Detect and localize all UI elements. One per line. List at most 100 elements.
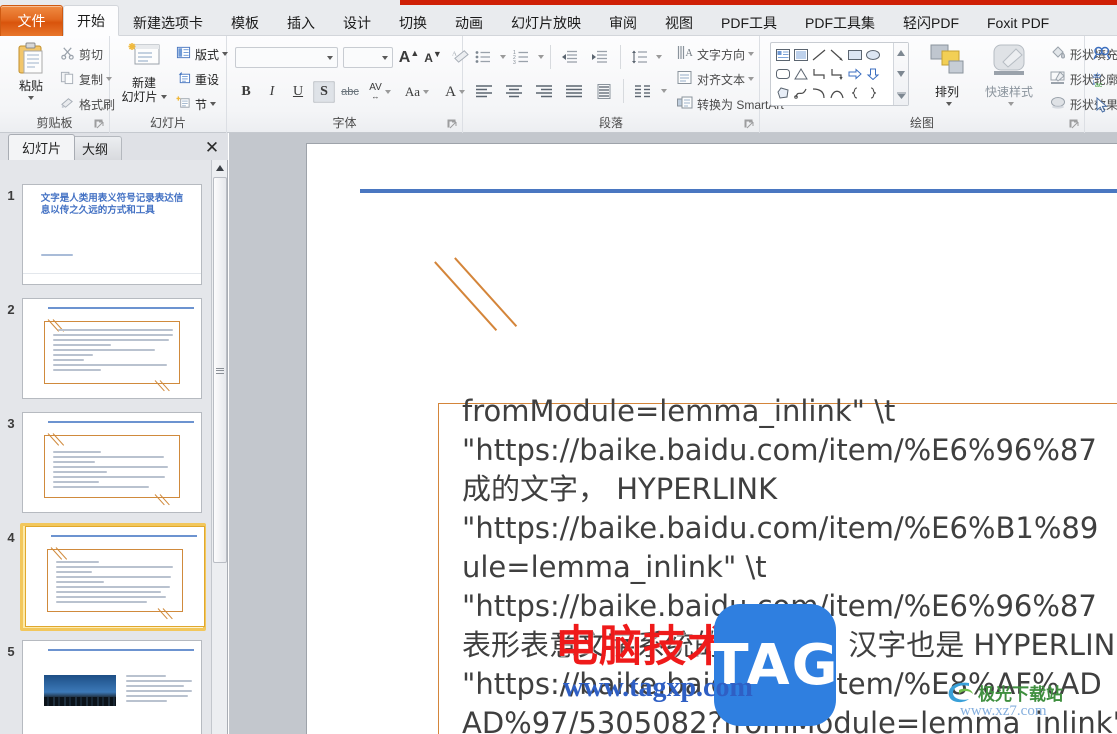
- cut-button[interactable]: 剪切: [58, 44, 105, 64]
- shape-scribble[interactable]: [792, 83, 810, 102]
- section-button[interactable]: 节: [174, 94, 218, 114]
- new-slide-button[interactable]: 新建 幻灯片: [116, 41, 172, 104]
- tab-qingshan-pdf[interactable]: 轻闪PDF: [889, 9, 973, 36]
- scroll-up-icon[interactable]: [212, 160, 228, 176]
- shape-ellipse[interactable]: [864, 45, 882, 64]
- replace-button[interactable]: ab ac: [1091, 69, 1113, 89]
- shapes-gallery[interactable]: [770, 42, 909, 106]
- align-text-chevron-down-icon[interactable]: [748, 77, 755, 81]
- shape-left-brace[interactable]: [846, 83, 864, 102]
- layout-button[interactable]: 版式: [174, 44, 230, 64]
- slide-thumbnail-1[interactable]: 1 文字是人类用表义符号记录表达信息以传之久远的方式和工具: [0, 184, 212, 285]
- new-slide-chevron-down-icon[interactable]: [160, 95, 167, 99]
- font-size-chevron-down-icon[interactable]: [382, 55, 388, 60]
- tab-animations[interactable]: 动画: [441, 9, 497, 36]
- section-chevron-down-icon[interactable]: [210, 102, 217, 106]
- align-center-button[interactable]: [501, 80, 527, 102]
- shape-triangle[interactable]: [792, 64, 810, 83]
- columns-button[interactable]: [630, 80, 656, 102]
- distributed-button[interactable]: [591, 80, 617, 102]
- columns-chevron-down-icon[interactable]: [661, 89, 667, 93]
- shape-curve[interactable]: [810, 83, 828, 102]
- tab-pdf-tools[interactable]: PDF工具: [707, 9, 791, 36]
- tab-view[interactable]: 视图: [651, 9, 707, 36]
- tab-pdf-toolkit[interactable]: PDF工具集: [791, 9, 889, 36]
- strikethrough-button[interactable]: abc: [339, 81, 361, 103]
- slide-thumbnail-preview-3[interactable]: [22, 412, 202, 513]
- shape-arrow[interactable]: [828, 45, 846, 64]
- shape-rounded-rectangle[interactable]: [774, 64, 792, 83]
- shape-elbow-connector[interactable]: [810, 64, 828, 83]
- tab-template[interactable]: 模板: [217, 9, 273, 36]
- slide-thumbnail-preview-4[interactable]: [25, 526, 205, 627]
- font-dialog-launcher[interactable]: [447, 119, 458, 130]
- increase-indent-button[interactable]: [587, 46, 611, 68]
- grow-font-button[interactable]: A ▲: [397, 47, 421, 68]
- shape-down-arrow-block[interactable]: [864, 64, 882, 83]
- underline-button[interactable]: U: [287, 81, 309, 103]
- align-left-button[interactable]: [471, 80, 497, 102]
- numbering-button[interactable]: 123: [509, 46, 533, 68]
- bullets-chevron-down-icon[interactable]: [500, 55, 506, 59]
- font-name-chevron-down-icon[interactable]: [327, 55, 333, 60]
- line-spacing-button[interactable]: [627, 46, 651, 68]
- close-panel-icon[interactable]: ✕: [202, 137, 222, 157]
- justify-button[interactable]: [561, 80, 587, 102]
- paste-button[interactable]: 粘贴: [6, 41, 56, 100]
- copy-button[interactable]: 复制: [58, 69, 114, 89]
- format-painter-button[interactable]: 格式刷: [58, 94, 117, 114]
- reset-button[interactable]: 重设: [174, 69, 221, 89]
- character-spacing-chevron-down-icon[interactable]: [384, 90, 391, 94]
- tab-transitions[interactable]: 切换: [385, 9, 441, 36]
- italic-button[interactable]: I: [261, 81, 283, 103]
- bold-button[interactable]: B: [235, 81, 257, 103]
- shapes-scroll-down-icon[interactable]: [895, 66, 908, 82]
- slide-thumbnail-5[interactable]: 5: [0, 640, 212, 734]
- shape-arc[interactable]: [828, 83, 846, 102]
- tab-design[interactable]: 设计: [329, 9, 385, 36]
- panel-tab-slides[interactable]: 幻灯片: [8, 134, 76, 160]
- shape-line[interactable]: [810, 45, 828, 64]
- line-spacing-chevron-down-icon[interactable]: [656, 55, 662, 59]
- arrange-chevron-down-icon[interactable]: [945, 102, 952, 106]
- slide-thumbnail-list[interactable]: 1 文字是人类用表义符号记录表达信息以传之久远的方式和工具 2 3 4 5: [0, 160, 212, 734]
- paste-chevron-down-icon[interactable]: [28, 96, 34, 100]
- decrease-indent-button[interactable]: [557, 46, 581, 68]
- slide-thumbnail-preview-2[interactable]: [22, 298, 202, 399]
- tab-home[interactable]: 开始: [63, 5, 119, 36]
- slide-thumbnail-preview-5[interactable]: [22, 640, 202, 734]
- shrink-font-button[interactable]: A ▼: [421, 47, 445, 68]
- slides-panel-scrollbar[interactable]: [211, 160, 227, 734]
- tab-foxit-pdf[interactable]: Foxit PDF: [973, 9, 1063, 36]
- numbering-chevron-down-icon[interactable]: [538, 55, 544, 59]
- shapes-expand-icon[interactable]: [895, 87, 908, 103]
- tab-review[interactable]: 审阅: [595, 9, 651, 36]
- shape-rectangle[interactable]: [846, 45, 864, 64]
- shape-textbox[interactable]: [774, 45, 792, 64]
- font-size-combo[interactable]: [343, 47, 393, 68]
- tab-new-tab[interactable]: 新建选项卡: [119, 9, 217, 36]
- quick-styles-button[interactable]: 快速样式: [978, 42, 1040, 106]
- change-case-button[interactable]: Aa: [401, 81, 433, 103]
- arrange-button[interactable]: 排列: [920, 42, 974, 106]
- current-slide-canvas[interactable]: fromModule=lemma_inlink" \t "https://bai…: [307, 144, 1117, 734]
- shapes-gallery-scrollbar[interactable]: [893, 43, 908, 105]
- slide-body-text[interactable]: fromModule=lemma_inlink" \t "https://bai…: [462, 392, 1117, 734]
- text-shadow-button[interactable]: S: [313, 81, 335, 103]
- paragraph-dialog-launcher[interactable]: [744, 119, 755, 130]
- text-direction-button[interactable]: A 文字方向: [675, 44, 756, 64]
- tab-file[interactable]: 文件: [0, 5, 63, 36]
- tab-insert[interactable]: 插入: [273, 9, 329, 36]
- scrollbar-thumb[interactable]: [213, 177, 227, 563]
- bullets-button[interactable]: [471, 46, 495, 68]
- slide-thumbnail-preview-1[interactable]: 文字是人类用表义符号记录表达信息以传之久远的方式和工具: [22, 184, 202, 285]
- shape-right-arrow-block[interactable]: [846, 64, 864, 83]
- font-name-combo[interactable]: [235, 47, 338, 68]
- shape-elbow-arrow[interactable]: [828, 64, 846, 83]
- text-direction-chevron-down-icon[interactable]: [748, 52, 755, 56]
- shapes-scroll-up-icon[interactable]: [895, 45, 908, 61]
- tab-slideshow[interactable]: 幻灯片放映: [497, 9, 595, 36]
- shape-freeform[interactable]: [774, 83, 792, 102]
- drawing-dialog-launcher[interactable]: [1069, 119, 1080, 130]
- clipboard-dialog-launcher[interactable]: [94, 119, 105, 130]
